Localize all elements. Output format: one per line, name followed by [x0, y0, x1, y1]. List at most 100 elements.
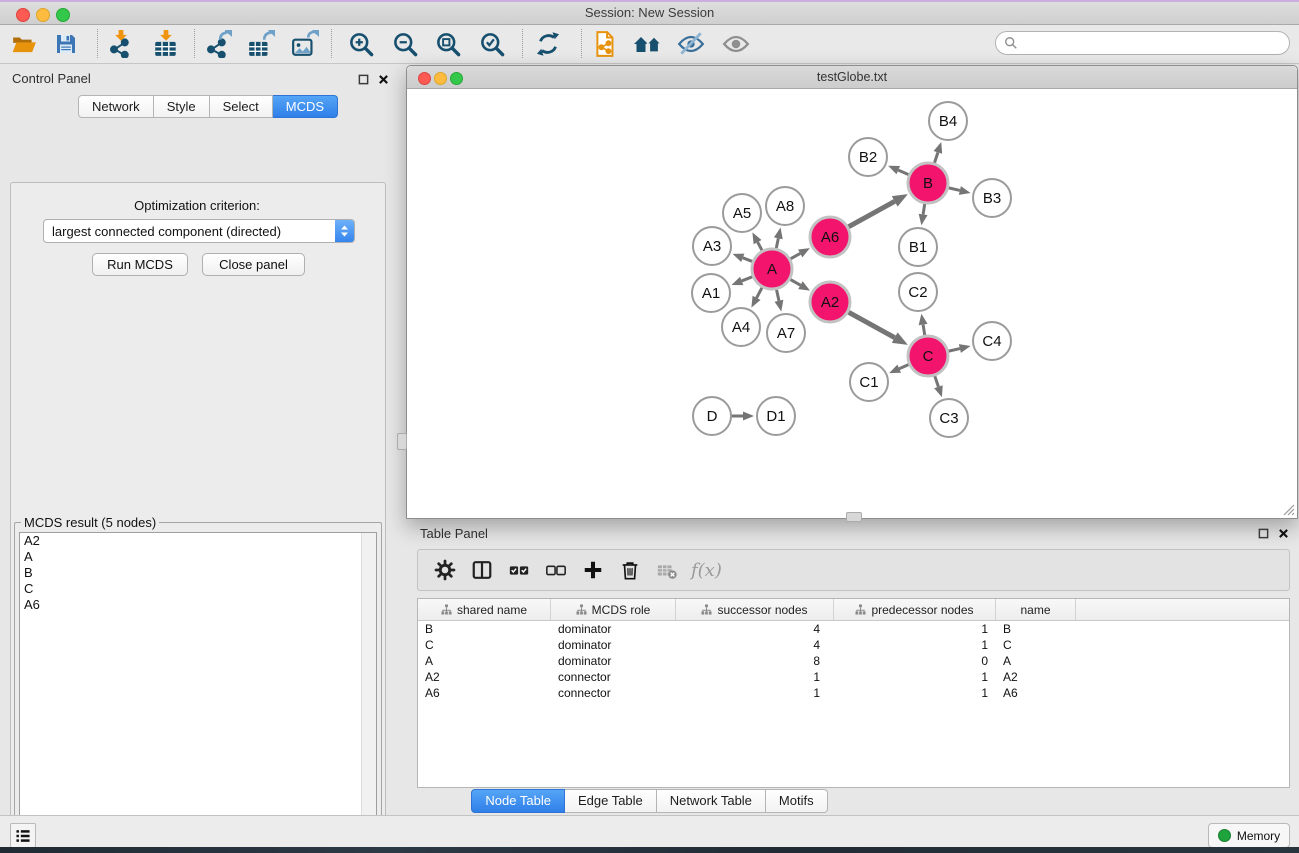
graph-node[interactable]: C4 [973, 322, 1011, 360]
column-header-shared-name[interactable]: shared name [418, 599, 551, 620]
graph-node[interactable]: B2 [849, 138, 887, 176]
mcds-result-item[interactable]: C [20, 581, 376, 597]
task-history-button[interactable] [10, 823, 36, 848]
optimization-criterion-select[interactable]: largest connected component (directed) [43, 219, 355, 243]
network-window-titlebar[interactable]: testGlobe.txt [407, 66, 1297, 89]
graph-edge[interactable] [731, 276, 755, 286]
graph-node[interactable]: A8 [766, 187, 804, 225]
search-input[interactable] [1018, 35, 1281, 51]
column-header-mcds-role[interactable]: MCDS role [551, 599, 676, 620]
import-table-button[interactable] [148, 28, 184, 60]
graph-node[interactable]: D [693, 397, 731, 435]
graph-node[interactable]: A [752, 249, 792, 289]
table-row[interactable]: A2connector11A2 [418, 669, 1289, 685]
graph-node[interactable]: A3 [693, 227, 731, 265]
float-table-panel-button[interactable] [1257, 527, 1270, 540]
graph-edge[interactable] [846, 194, 908, 228]
mcds-result-item[interactable]: A6 [20, 597, 376, 613]
horizontal-splitter-handle[interactable] [846, 512, 862, 522]
graph-node[interactable]: D1 [757, 397, 795, 435]
tab-edge-table[interactable]: Edge Table [565, 789, 657, 813]
graph-edge[interactable] [729, 412, 754, 421]
mcds-result-item[interactable]: A [20, 549, 376, 565]
show-column-panel-button[interactable] [463, 552, 500, 588]
graph-node[interactable]: B3 [973, 179, 1011, 217]
export-network-button[interactable] [200, 28, 236, 60]
export-image-button[interactable] [287, 28, 323, 60]
graph-node[interactable]: C1 [850, 363, 888, 401]
network-canvas[interactable]: B4 B2 B B3 A8A5 A6 A3 B1 A C2 A1 A2 A4A7 C4 C C1 D D1 C3 [407, 89, 1297, 518]
graph-node[interactable]: A6 [810, 217, 850, 257]
graph-node[interactable]: A1 [692, 274, 730, 312]
graph-edge[interactable] [733, 254, 756, 263]
mcds-result-item[interactable]: B [20, 565, 376, 581]
graph-edge[interactable] [788, 278, 810, 291]
add-column-button[interactable] [574, 552, 611, 588]
graph-edge[interactable] [934, 373, 943, 397]
float-panel-button[interactable] [357, 73, 370, 86]
function-builder-button[interactable]: f(x) [691, 560, 722, 581]
column-header-name[interactable]: name [996, 599, 1076, 620]
open-session-button[interactable] [6, 28, 42, 60]
zoom-network-window-button[interactable] [450, 72, 463, 85]
zoom-out-button[interactable] [387, 28, 423, 60]
graph-edge[interactable] [919, 314, 928, 338]
close-panel-button[interactable] [377, 73, 390, 86]
memory-button[interactable]: Memory [1208, 823, 1290, 848]
graph-edge[interactable] [751, 285, 763, 308]
table-row[interactable]: Adominator80A [418, 653, 1289, 669]
graph-node[interactable]: A4 [722, 308, 760, 346]
graph-node[interactable]: C3 [930, 399, 968, 437]
close-panel-action-button[interactable]: Close panel [202, 253, 305, 276]
graph-edge[interactable] [946, 186, 971, 195]
graph-edge[interactable] [889, 363, 911, 373]
apply-layout-button[interactable] [530, 28, 566, 60]
table-row[interactable]: Bdominator41B [418, 621, 1289, 637]
import-network-button[interactable] [103, 28, 139, 60]
vertical-splitter-handle[interactable] [397, 433, 407, 450]
table-settings-button[interactable] [426, 552, 463, 588]
zoom-selected-button[interactable] [474, 28, 510, 60]
export-table-button[interactable] [243, 28, 279, 60]
graph-node[interactable]: A7 [767, 314, 805, 352]
delete-column-button[interactable] [611, 552, 648, 588]
tab-motifs[interactable]: Motifs [766, 789, 828, 813]
graph-edge[interactable] [846, 311, 908, 345]
tab-node-table[interactable]: Node Table [471, 789, 565, 813]
graph-edge[interactable] [788, 248, 810, 260]
graph-node[interactable]: C [908, 336, 948, 376]
run-mcds-button[interactable]: Run MCDS [92, 253, 188, 276]
close-network-window-button[interactable] [418, 72, 431, 85]
column-header-predecessor-nodes[interactable]: predecessor nodes [834, 599, 996, 620]
graph-edge[interactable] [934, 142, 943, 166]
delete-table-button[interactable] [648, 552, 685, 588]
minimize-network-window-button[interactable] [434, 72, 447, 85]
tab-network-table[interactable]: Network Table [657, 789, 766, 813]
hide-panels-button[interactable] [630, 28, 666, 60]
zoom-fit-button[interactable] [430, 28, 466, 60]
save-session-button[interactable] [48, 28, 84, 60]
tab-network[interactable]: Network [78, 95, 154, 118]
search-field[interactable] [995, 31, 1290, 55]
show-hide-button[interactable] [718, 28, 754, 60]
tab-mcds[interactable]: MCDS [273, 95, 338, 118]
graph-node[interactable]: B [908, 163, 948, 203]
graph-edge[interactable] [775, 287, 784, 312]
toggle-bird-eye-button[interactable] [673, 28, 709, 60]
close-table-panel-button[interactable] [1277, 527, 1290, 540]
graph-node[interactable]: A5 [723, 194, 761, 232]
table-row[interactable]: Cdominator41C [418, 637, 1289, 653]
graph-edge[interactable] [888, 166, 911, 176]
mcds-result-item[interactable]: A2 [20, 533, 376, 549]
graph-edge[interactable] [752, 232, 763, 253]
graph-node[interactable]: B1 [899, 228, 937, 266]
column-header-successor-nodes[interactable]: successor nodes [676, 599, 834, 620]
tab-select[interactable]: Select [210, 95, 273, 118]
graph-node[interactable]: A2 [810, 282, 850, 322]
graph-node[interactable]: C2 [899, 273, 937, 311]
deselect-all-rows-button[interactable] [537, 552, 574, 588]
zoom-in-button[interactable] [343, 28, 379, 60]
graph-edge[interactable] [919, 201, 928, 225]
graph-node[interactable]: B4 [929, 102, 967, 140]
table-row[interactable]: A6connector11A6 [418, 685, 1289, 701]
